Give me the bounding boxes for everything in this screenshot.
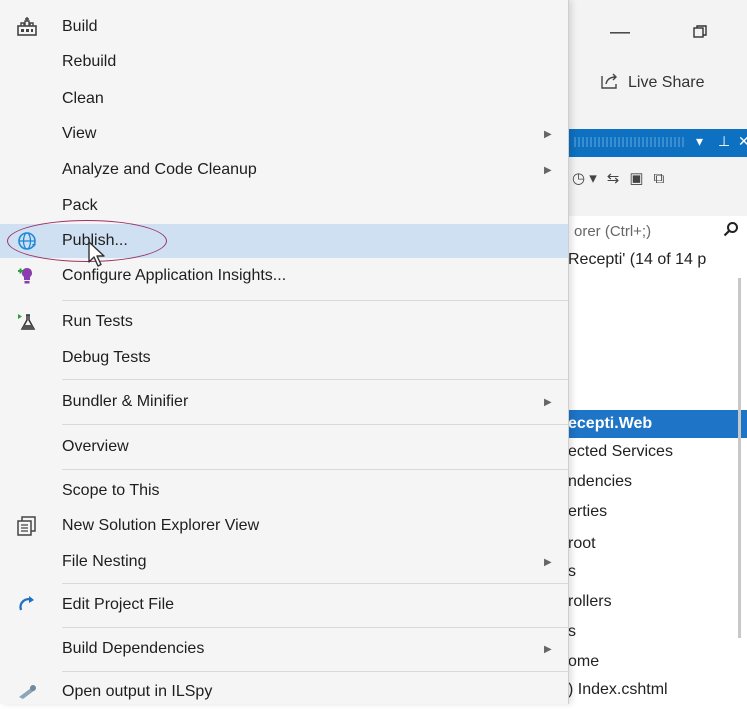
edit-project-icon	[14, 593, 40, 617]
show-all-files-icon[interactable]: ⧉	[654, 170, 665, 187]
solution-explorer-tree: Recepti' (14 of 14 p ecepti.Web ected Se…	[568, 246, 747, 704]
minimize-icon[interactable]: —	[600, 14, 640, 50]
menu-item-label: File Nesting	[62, 553, 147, 570]
menu-divider	[62, 627, 568, 628]
menu-item-label: Rebuild	[62, 53, 117, 70]
menu-item-analyze-code-cleanup[interactable]: Analyze and Code Cleanup ▶	[0, 153, 568, 187]
tree-item[interactable]: ome	[568, 648, 747, 676]
tree-item[interactable]: ndencies	[568, 468, 747, 496]
build-icon	[14, 15, 40, 39]
submenu-arrow-icon: ▶	[544, 128, 552, 140]
menu-item-debug-tests[interactable]: Debug Tests	[0, 341, 568, 375]
live-share-label: Live Share	[628, 74, 705, 91]
dropdown-icon[interactable]: ▾	[696, 133, 703, 150]
tree-item-project[interactable]: ecepti.Web	[568, 410, 747, 438]
menu-item-new-solution-explorer-view[interactable]: New Solution Explorer View	[0, 509, 568, 543]
solution-explorer-header: ▾ ⊥ ✕	[568, 129, 747, 157]
menu-item-scope-to-this[interactable]: Scope to This	[0, 474, 568, 508]
close-icon[interactable]: ✕	[738, 133, 747, 150]
menu-item-label: New Solution Explorer View	[62, 517, 260, 534]
restore-icon[interactable]	[680, 14, 720, 50]
menu-item-label: Bundler & Minifier	[62, 393, 189, 410]
submenu-arrow-icon: ▶	[544, 556, 552, 568]
menu-item-label: Overview	[62, 438, 129, 455]
publish-globe-icon	[14, 229, 40, 253]
tree-item[interactable]: s	[568, 558, 747, 586]
run-tests-icon	[14, 310, 40, 334]
menu-divider	[62, 671, 568, 672]
menu-item-label: Build	[62, 18, 98, 35]
submenu-arrow-icon: ▶	[544, 396, 552, 408]
menu-divider	[62, 469, 568, 470]
menu-item-build[interactable]: Build	[0, 10, 568, 44]
tree-item[interactable]: root	[568, 530, 747, 558]
tree-item[interactable]: s	[568, 618, 747, 646]
search-icon[interactable]	[723, 221, 739, 242]
menu-item-label: Publish...	[62, 232, 128, 249]
menu-item-label: Configure Application Insights...	[62, 267, 287, 284]
header-grip	[574, 137, 684, 147]
app-insights-icon	[14, 264, 40, 288]
menu-item-configure-app-insights[interactable]: Configure Application Insights...	[0, 259, 568, 293]
menu-divider	[62, 424, 568, 425]
menu-item-view[interactable]: View ▶	[0, 117, 568, 151]
menu-item-publish[interactable]: Publish...	[0, 224, 568, 258]
menu-item-label: Analyze and Code Cleanup	[62, 161, 257, 178]
tree-item[interactable]: ) Index.cshtml	[568, 676, 747, 704]
live-share-icon	[600, 72, 620, 95]
menu-item-label: Edit Project File	[62, 596, 175, 613]
menu-item-label: Run Tests	[62, 313, 133, 330]
live-share-button[interactable]: Live Share	[600, 68, 705, 98]
menu-item-clean[interactable]: Clean	[0, 82, 568, 116]
menu-item-overview[interactable]: Overview	[0, 430, 568, 464]
submenu-arrow-icon: ▶	[544, 164, 552, 176]
menu-item-file-nesting[interactable]: File Nesting ▶	[0, 545, 568, 579]
scrollbar[interactable]	[738, 278, 741, 638]
menu-item-label: View	[62, 125, 97, 142]
collapse-all-icon[interactable]: ▣	[629, 169, 643, 187]
search-input[interactable]: orer (Ctrl+;)	[568, 223, 651, 240]
sync-icon[interactable]: ⇆	[607, 169, 620, 187]
menu-divider	[62, 583, 568, 584]
solution-explorer-search[interactable]: orer (Ctrl+;)	[568, 216, 747, 247]
tree-item[interactable]: rollers	[568, 588, 747, 616]
submenu-arrow-icon: ▶	[544, 643, 552, 655]
menu-item-edit-project-file[interactable]: Edit Project File	[0, 588, 568, 622]
menu-divider	[62, 379, 568, 380]
menu-item-label: Build Dependencies	[62, 640, 205, 657]
menu-item-pack[interactable]: Pack	[0, 189, 568, 223]
tree-item-solution[interactable]: Recepti' (14 of 14 p	[568, 246, 747, 274]
menu-item-run-tests[interactable]: Run Tests	[0, 305, 568, 339]
tree-item[interactable]: ected Services	[568, 438, 747, 466]
menu-item-label: Pack	[62, 197, 98, 214]
new-explorer-view-icon	[14, 514, 40, 538]
menu-divider	[62, 300, 568, 301]
history-icon[interactable]: ◷ ▾	[572, 169, 597, 187]
menu-item-rebuild[interactable]: Rebuild	[0, 45, 568, 79]
menu-item-label: Open output in ILSpy	[62, 683, 213, 700]
ilspy-icon	[14, 680, 40, 704]
menu-item-build-dependencies[interactable]: Build Dependencies ▶	[0, 632, 568, 666]
menu-item-bundler-minifier[interactable]: Bundler & Minifier ▶	[0, 385, 568, 419]
tree-item[interactable]: erties	[568, 498, 747, 526]
solution-explorer-toolbar: ◷ ▾ ⇆ ▣ ⧉	[568, 160, 747, 196]
context-menu: Build Rebuild Clean View ▶ Analyze and C…	[0, 0, 569, 704]
menu-item-label: Debug Tests	[62, 349, 151, 366]
pin-icon[interactable]: ⊥	[718, 133, 730, 150]
menu-item-label: Scope to This	[62, 482, 160, 499]
menu-item-label: Clean	[62, 90, 104, 107]
